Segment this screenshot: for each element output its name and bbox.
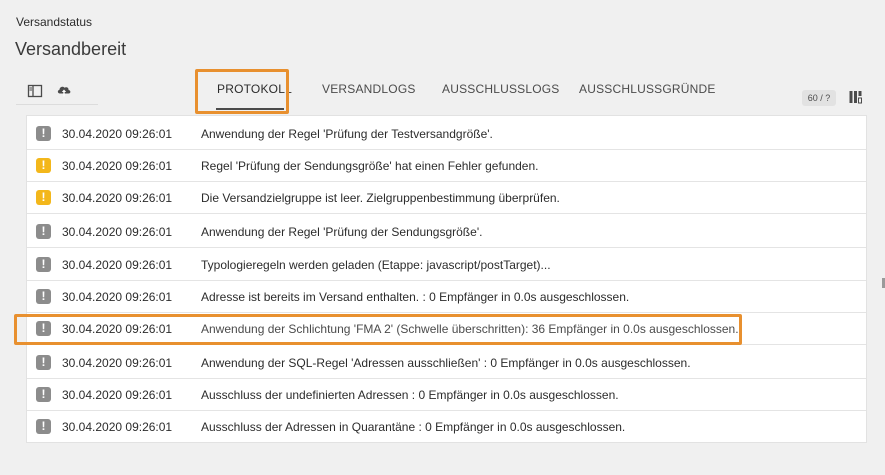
warning-icon: ! <box>36 158 51 173</box>
info-icon: ! <box>36 126 51 141</box>
warning-icon: ! <box>36 190 51 205</box>
cloud-upload-icon[interactable] <box>56 82 74 100</box>
row-highlight-box <box>14 314 742 345</box>
sidebar-toggle-icon[interactable] <box>27 83 45 101</box>
log-message: Regel 'Prüfung der Sendungsgröße' hat ei… <box>201 159 539 173</box>
log-row: ! 30.04.2020 09:26:01 Typologieregeln we… <box>27 249 866 281</box>
info-icon: ! <box>36 257 51 272</box>
tab-ausschlusslogs[interactable]: AUSSCHLUSSLOGS <box>442 82 560 96</box>
page-title: Versandbereit <box>15 39 127 59</box>
info-icon: ! <box>36 289 51 304</box>
delivery-status-label: Versandstatus <box>16 15 93 29</box>
log-row: ! 30.04.2020 09:26:01 Regel 'Prüfung der… <box>27 150 866 182</box>
log-row: ! 30.04.2020 09:26:01 Anwendung der Rege… <box>27 118 866 150</box>
log-message: Anwendung der Regel 'Prüfung der Testver… <box>201 127 493 141</box>
info-icon: ! <box>36 224 51 239</box>
log-date: 30.04.2020 09:26:01 <box>62 356 173 370</box>
tab-versandlogs[interactable]: VERSANDLOGS <box>322 82 416 96</box>
log-row: ! 30.04.2020 09:26:01 Die Versandzielgru… <box>27 182 866 214</box>
log-date: 30.04.2020 09:26:01 <box>62 388 173 402</box>
toolbar-divider <box>16 104 98 105</box>
log-row: ! 30.04.2020 09:26:01 Ausschluss der und… <box>27 379 866 411</box>
log-date: 30.04.2020 09:26:01 <box>62 191 173 205</box>
log-row: ! 30.04.2020 09:26:01 Ausschluss der Adr… <box>27 411 866 443</box>
count-badge: 60 / ? <box>802 90 836 106</box>
log-date: 30.04.2020 09:26:01 <box>62 127 173 141</box>
tab-ausschlussgruende[interactable]: AUSSCHLUSSGRÜNDE <box>579 82 716 96</box>
log-row: ! 30.04.2020 09:26:01 Anwendung der SQL-… <box>27 347 866 379</box>
columns-settings-icon[interactable] <box>849 90 863 104</box>
log-message: Anwendung der Regel 'Prüfung der Sendung… <box>201 225 483 239</box>
log-message: Ausschluss der Adressen in Quarantäne : … <box>201 420 626 434</box>
info-icon: ! <box>36 419 51 434</box>
info-icon: ! <box>36 387 51 402</box>
info-icon: ! <box>36 355 51 370</box>
log-date: 30.04.2020 09:26:01 <box>62 225 173 239</box>
log-row: ! 30.04.2020 09:26:01 Adresse ist bereit… <box>27 281 866 313</box>
log-date: 30.04.2020 09:26:01 <box>62 258 173 272</box>
log-message: Typologieregeln werden geladen (Etappe: … <box>201 258 551 272</box>
log-date: 30.04.2020 09:26:01 <box>62 420 173 434</box>
log-message: Adresse ist bereits im Versand enthalten… <box>201 290 630 304</box>
log-table: ! 30.04.2020 09:26:01 Anwendung der Rege… <box>26 115 867 443</box>
log-date: 30.04.2020 09:26:01 <box>62 290 173 304</box>
tab-highlight-box <box>195 69 289 114</box>
log-date: 30.04.2020 09:26:01 <box>62 159 173 173</box>
log-message: Anwendung der SQL-Regel 'Adressen aussch… <box>201 356 691 370</box>
log-message: Ausschluss der undefinierten Adressen : … <box>201 388 619 402</box>
log-row: ! 30.04.2020 09:26:01 Anwendung der Rege… <box>27 216 866 248</box>
log-message: Die Versandzielgruppe ist leer. Zielgrup… <box>201 191 560 205</box>
